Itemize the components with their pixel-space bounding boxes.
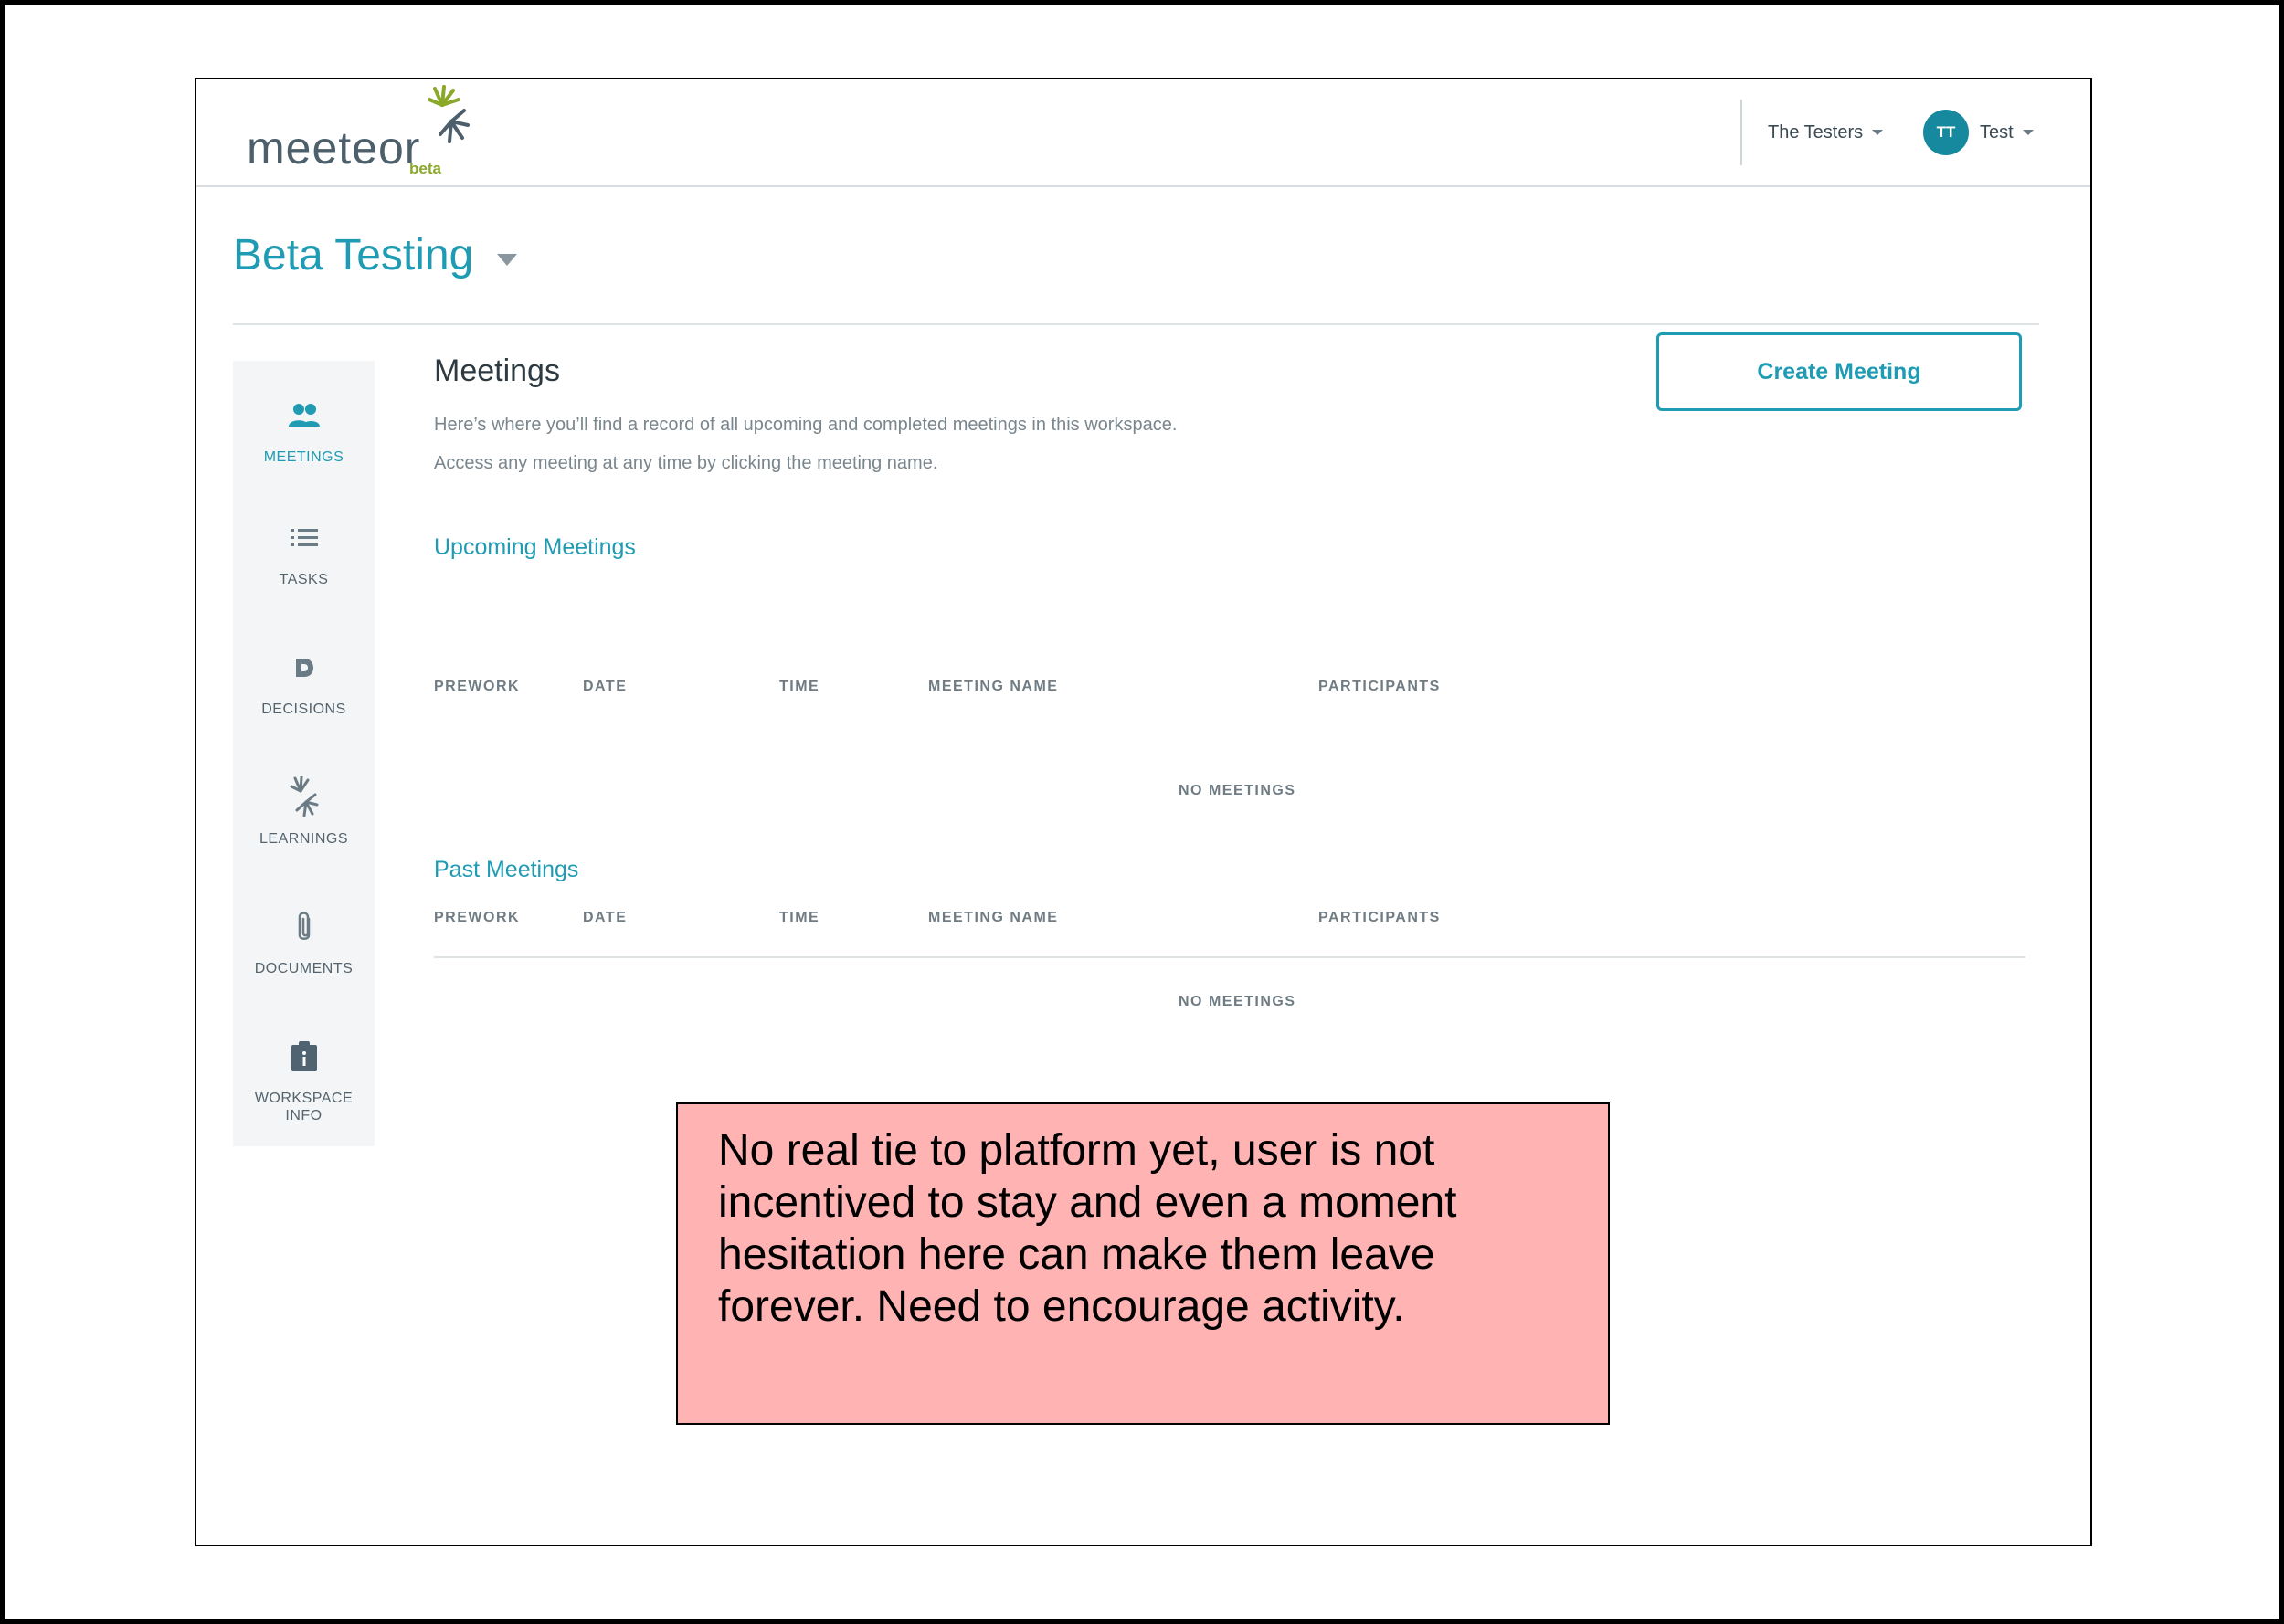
- logo-starburst-icon: [428, 85, 470, 143]
- sidebar: MEETINGS TASKS DECISIONS LEARNINGS DOCUM…: [233, 361, 375, 1146]
- section-heading: Meetings: [434, 353, 560, 388]
- meeteor-logo[interactable]: meeteor beta: [247, 85, 484, 185]
- column-meeting-name[interactable]: MEETING NAME: [928, 679, 1058, 695]
- sidebar-item-documents[interactable]: DOCUMENTS: [233, 909, 375, 977]
- title-divider: [233, 323, 2039, 325]
- logo-wordmark: meeteor: [247, 122, 421, 174]
- sidebar-item-learnings[interactable]: LEARNINGS: [233, 776, 375, 848]
- workspace-title-dropdown[interactable]: Beta Testing: [233, 230, 518, 280]
- header-divider: [1740, 100, 1742, 165]
- sidebar-item-label: MEETINGS: [263, 449, 344, 465]
- annotation-note: No real tie to platform yet, user is not…: [676, 1102, 1610, 1425]
- starburst-icon: [290, 776, 319, 817]
- caret-down-icon: [497, 254, 518, 266]
- logo-beta-badge: beta: [409, 160, 441, 177]
- column-prework[interactable]: PREWORK: [434, 910, 520, 926]
- create-meeting-button[interactable]: Create Meeting: [1656, 332, 2022, 411]
- sidebar-item-label: DOCUMENTS: [254, 961, 354, 976]
- sidebar-item-decisions[interactable]: DECISIONS: [233, 649, 375, 718]
- sidebar-item-label: WORKSPACE INFO: [254, 1091, 354, 1123]
- avatar[interactable]: TT: [1923, 110, 1969, 155]
- description-line-2: Access any meeting at any time by clicki…: [434, 453, 938, 473]
- paperclip-icon: [294, 909, 314, 945]
- table-divider: [434, 956, 2025, 958]
- info-clipboard-icon: [291, 1039, 318, 1075]
- list-icon: [290, 520, 318, 556]
- upcoming-empty-state: NO MEETINGS: [1179, 783, 1296, 798]
- column-date[interactable]: DATE: [583, 910, 627, 926]
- column-date[interactable]: DATE: [583, 679, 627, 695]
- sidebar-item-tasks[interactable]: TASKS: [233, 520, 375, 588]
- top-header: meeteor beta The Testers TT Test: [196, 79, 2090, 187]
- column-meeting-name[interactable]: MEETING NAME: [928, 910, 1058, 926]
- past-empty-state: NO MEETINGS: [1179, 994, 1296, 1009]
- sidebar-item-label: LEARNINGS: [259, 831, 348, 847]
- chevron-down-icon: [2022, 130, 2034, 135]
- sidebar-item-workspace-info[interactable]: WORKSPACE INFO: [233, 1039, 375, 1124]
- description-line-1: Here’s where you’ll find a record of all…: [434, 415, 1178, 435]
- workspace-switcher-label: The Testers: [1768, 121, 1864, 142]
- chevron-down-icon: [1872, 130, 1884, 135]
- people-icon: [288, 397, 321, 434]
- sidebar-item-label: TASKS: [279, 572, 329, 587]
- column-time[interactable]: TIME: [779, 910, 819, 926]
- user-menu[interactable]: Test: [1980, 116, 2034, 149]
- column-participants[interactable]: PARTICIPANTS: [1318, 910, 1441, 926]
- decision-d-icon: [293, 649, 315, 686]
- column-prework[interactable]: PREWORK: [434, 679, 520, 695]
- user-name: Test: [1980, 121, 2014, 142]
- past-meetings-heading: Past Meetings: [434, 857, 579, 882]
- sidebar-item-meetings[interactable]: MEETINGS: [233, 397, 375, 466]
- workspace-switcher[interactable]: The Testers: [1768, 116, 1884, 149]
- upcoming-meetings-heading: Upcoming Meetings: [434, 534, 636, 560]
- sidebar-item-label: DECISIONS: [261, 701, 346, 717]
- column-time[interactable]: TIME: [779, 679, 819, 695]
- page-title: Beta Testing: [233, 231, 474, 279]
- column-participants[interactable]: PARTICIPANTS: [1318, 679, 1441, 695]
